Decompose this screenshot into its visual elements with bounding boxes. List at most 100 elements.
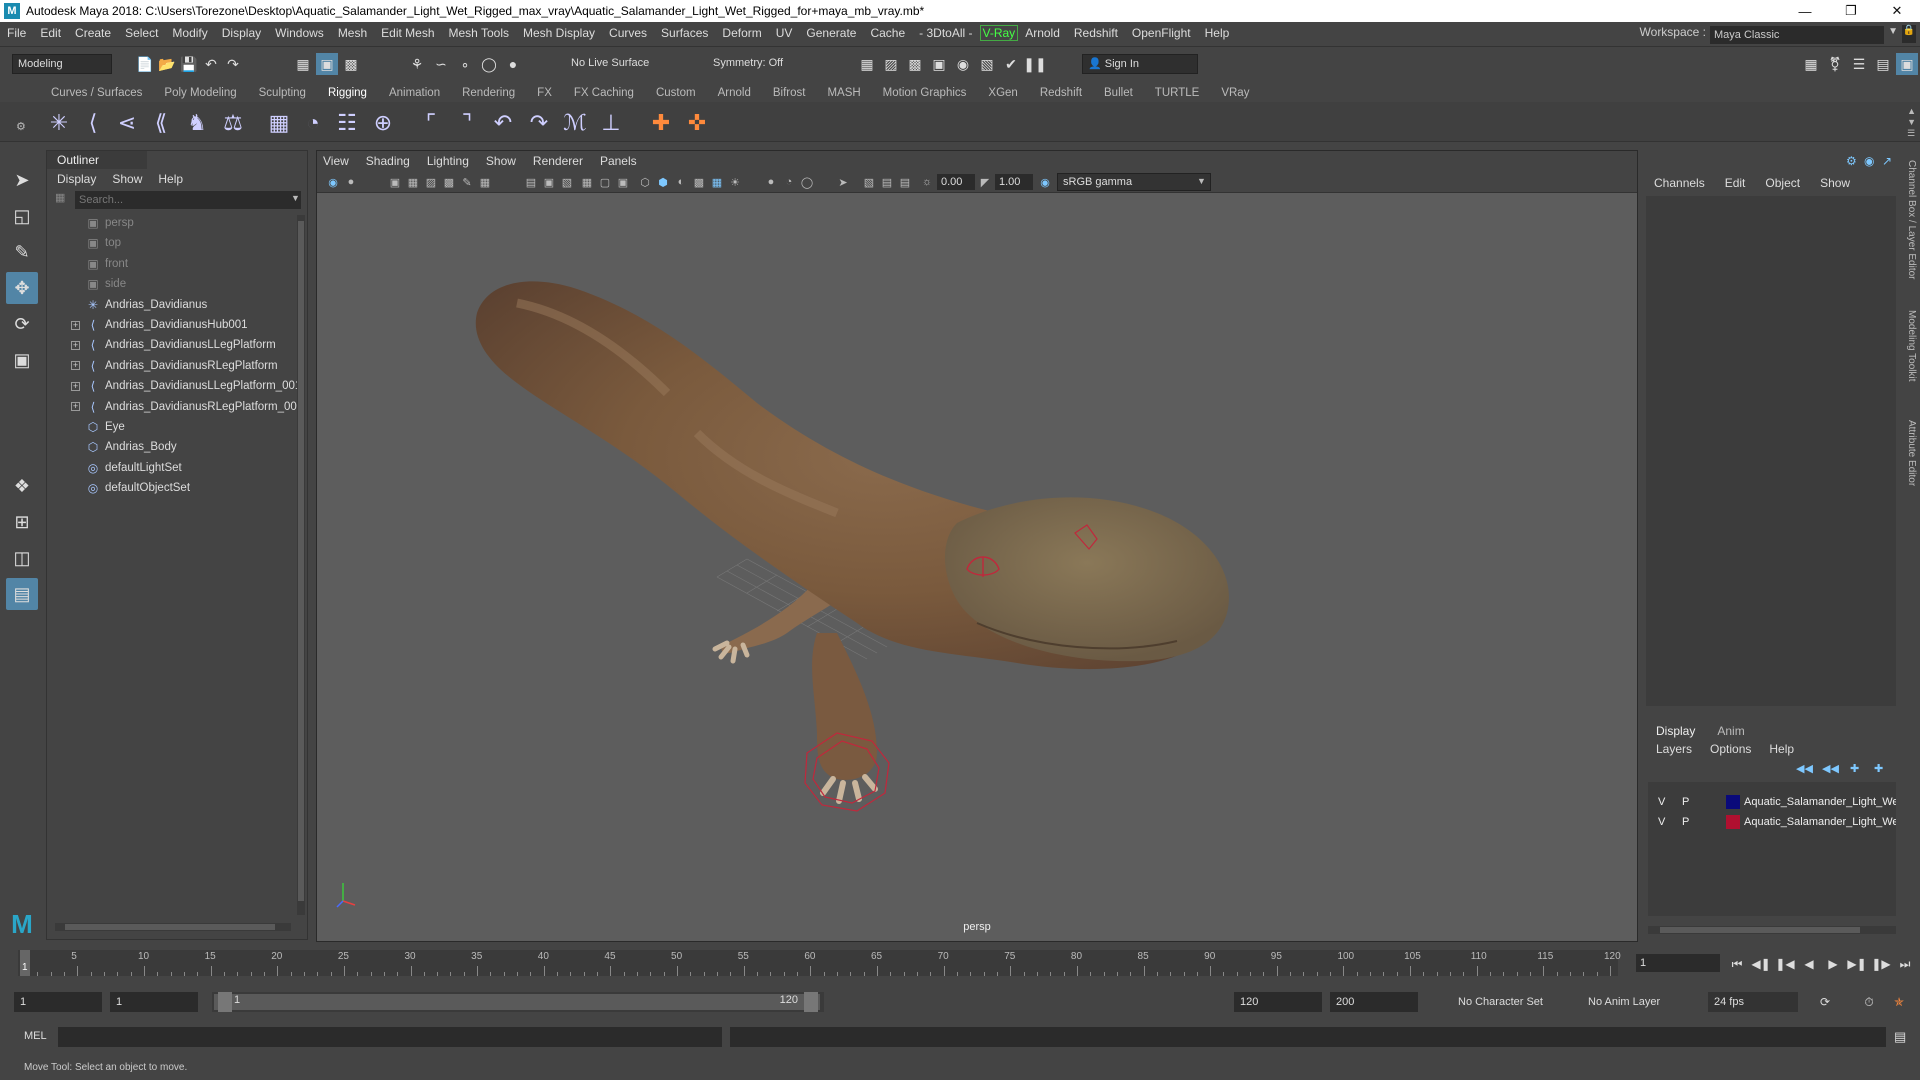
outliner-item[interactable]: ✳ Andrias_Davidianus bbox=[47, 295, 287, 315]
point-constraint-icon[interactable]: ✜ bbox=[682, 108, 712, 138]
layer-color-swatch[interactable] bbox=[1726, 815, 1740, 829]
outliner-search-input[interactable]: Search... bbox=[75, 191, 301, 209]
move-layer-up-icon[interactable]: ◀◀ bbox=[1796, 762, 1813, 775]
move-tool-icon[interactable]: ✥ bbox=[6, 272, 38, 304]
workspace-dropdown-arrow-icon[interactable]: ▼ bbox=[1888, 26, 1898, 37]
side-tab-channel-box-layer-editor[interactable]: Channel Box / Layer Editor bbox=[1906, 160, 1917, 280]
use-all-lights-icon[interactable]: ▦ bbox=[709, 174, 725, 190]
tool-settings-icon[interactable]: ▤ bbox=[1872, 53, 1894, 75]
isolate-select-icon[interactable]: ➤ bbox=[835, 174, 851, 190]
safe-title-icon[interactable]: ▣ bbox=[615, 174, 631, 190]
outliner-item[interactable]: ⬡ Eye bbox=[47, 417, 287, 437]
menu-file[interactable]: File bbox=[0, 26, 33, 40]
outliner-filter-icon[interactable]: ▦ bbox=[55, 191, 65, 204]
menu-windows[interactable]: Windows bbox=[268, 26, 331, 40]
menu-display[interactable]: Display bbox=[215, 26, 268, 40]
shelf-tab-vray[interactable]: VRay bbox=[1210, 87, 1260, 99]
range-slider-track[interactable]: 1 120 bbox=[212, 992, 824, 1012]
wireframe-on-shaded-icon[interactable]: ◐ bbox=[673, 174, 689, 190]
channel-box-toggle-icon[interactable]: ▣ bbox=[1896, 53, 1918, 75]
menu-mesh-tools[interactable]: Mesh Tools bbox=[442, 26, 516, 40]
shelf-tab-rigging[interactable]: Rigging bbox=[317, 87, 378, 99]
side-tab-modeling-toolkit[interactable]: Modeling Toolkit bbox=[1906, 310, 1917, 382]
outliner-item[interactable]: ⬡ Andrias_Body bbox=[47, 437, 287, 457]
xray-components-icon[interactable]: ▤ bbox=[897, 174, 913, 190]
step-back-key-icon[interactable]: ❚◀ bbox=[1775, 954, 1794, 974]
select-camera-icon[interactable]: ◉ bbox=[325, 174, 341, 190]
hypershade-icon[interactable]: ◉ bbox=[952, 53, 974, 75]
open-scene-icon[interactable]: 📂 bbox=[156, 53, 178, 75]
lattice-icon[interactable]: ☷ bbox=[332, 108, 362, 138]
rotate-tool-icon[interactable]: ⟳ bbox=[6, 308, 38, 340]
view-transform-dropdown[interactable]: sRGB gamma bbox=[1057, 173, 1211, 191]
step-back-frame-icon[interactable]: ◀❚ bbox=[1751, 954, 1770, 974]
layer-visibility-toggle[interactable]: V bbox=[1658, 796, 1665, 808]
shelf-scroll-icon[interactable]: ▲ ▼ ☰ bbox=[1907, 106, 1916, 139]
snap-to-grid-icon[interactable]: ⚘ bbox=[406, 53, 428, 75]
render-view-icon[interactable]: ▦ bbox=[856, 53, 878, 75]
lock-camera-icon[interactable]: ● bbox=[343, 174, 359, 190]
xray-joints-icon[interactable]: ▤ bbox=[879, 174, 895, 190]
step-forward-frame-icon[interactable]: ❚▶ bbox=[1871, 954, 1890, 974]
outliner-item[interactable]: ◎ defaultObjectSet bbox=[47, 478, 287, 498]
menu-deform[interactable]: Deform bbox=[715, 26, 768, 40]
exposure-field[interactable]: 0.00 bbox=[937, 174, 975, 190]
undo-icon[interactable]: ↶ bbox=[200, 53, 222, 75]
shelf-tab-poly-modeling[interactable]: Poly Modeling bbox=[153, 87, 247, 99]
channel-box-float-icon[interactable]: ↗ bbox=[1882, 154, 1892, 168]
menu-help[interactable]: Help bbox=[1198, 26, 1237, 40]
select-by-component-icon[interactable]: ▩ bbox=[340, 53, 362, 75]
layer-menu-options[interactable]: Options bbox=[1710, 742, 1751, 756]
anti-aliasing-icon[interactable]: ◯ bbox=[799, 174, 815, 190]
field-chart-icon[interactable]: ▦ bbox=[579, 174, 595, 190]
outliner-vscroll-thumb[interactable] bbox=[298, 221, 304, 901]
time-slider-track[interactable]: 5 10 15 20 25 30 35 40 45 50 55 60 65 70 75 80 85 90 95 100… bbox=[18, 950, 1621, 976]
live-surface-field[interactable]: No Live Surface bbox=[566, 54, 666, 74]
wireframe-icon[interactable]: ⬡ bbox=[637, 174, 653, 190]
lasso-tool-icon[interactable]: ◱ bbox=[6, 200, 38, 232]
mel-label[interactable]: MEL bbox=[24, 1030, 47, 1042]
paint-select-tool-icon[interactable]: ✎ bbox=[6, 236, 38, 268]
outliner-layout-icon[interactable]: ▤ bbox=[6, 578, 38, 610]
minimize-icon[interactable]: — bbox=[1782, 0, 1828, 22]
shelf-tab-mash[interactable]: MASH bbox=[816, 87, 871, 99]
shelf-tab-redshift[interactable]: Redshift bbox=[1029, 87, 1093, 99]
film-gate-icon[interactable]: ▤ bbox=[523, 174, 539, 190]
symmetry-dropdown[interactable]: Symmetry: Off bbox=[708, 54, 804, 74]
expand-icon[interactable]: + bbox=[71, 361, 80, 371]
redo-icon[interactable]: ↷ bbox=[222, 53, 244, 75]
snap-to-point-icon[interactable]: ∘ bbox=[454, 53, 476, 75]
orient-joint-icon[interactable]: ⟪ bbox=[146, 108, 176, 138]
play-backwards-icon[interactable]: ◀ bbox=[1800, 954, 1818, 974]
ambient-occlusion-icon[interactable]: ● bbox=[763, 174, 779, 190]
save-scene-icon[interactable]: 💾 bbox=[178, 53, 200, 75]
menu-generate[interactable]: Generate bbox=[799, 26, 863, 40]
step-forward-key-icon[interactable]: ▶❚ bbox=[1847, 954, 1866, 974]
snap-to-curve-icon[interactable]: ∽ bbox=[430, 53, 452, 75]
go-to-end-icon[interactable]: ⏭ bbox=[1896, 954, 1914, 974]
exposure-icon[interactable]: ☼ bbox=[919, 174, 935, 190]
cluster-icon[interactable]: ℳ bbox=[560, 108, 590, 138]
shelf-tab-curves-surfaces[interactable]: Curves / Surfaces bbox=[40, 87, 153, 99]
viewport-menu-view[interactable]: View bbox=[323, 154, 349, 168]
layer-row[interactable]: V P Aquatic_Salamander_Light_Wet bbox=[1648, 812, 1896, 832]
sign-in-dropdown[interactable]: 👤 Sign In bbox=[1082, 54, 1198, 74]
layer-color-swatch[interactable] bbox=[1726, 795, 1740, 809]
menu-surfaces[interactable]: Surfaces bbox=[654, 26, 715, 40]
snap-to-surface-icon[interactable]: ● bbox=[502, 53, 524, 75]
shelf-tab-sculpting[interactable]: Sculpting bbox=[248, 87, 317, 99]
shelf-tab-fx[interactable]: FX bbox=[526, 87, 563, 99]
insert-joint-icon[interactable]: ⟨ bbox=[78, 108, 108, 138]
layer-tab-display[interactable]: Display bbox=[1656, 724, 1695, 738]
layer-tab-anim[interactable]: Anim bbox=[1717, 724, 1744, 738]
render-settings-icon[interactable]: ▣ bbox=[928, 53, 950, 75]
menu-select[interactable]: Select bbox=[118, 26, 165, 40]
quick-rig-icon[interactable]: ♞ bbox=[182, 108, 212, 138]
four-view-layout-icon[interactable]: ⊞ bbox=[6, 506, 38, 538]
outliner-item[interactable]: + ⟨ Andrias_DavidianusLLegPlatform bbox=[47, 335, 287, 355]
human-ik-icon[interactable]: ⚧ bbox=[1824, 53, 1846, 75]
menu-uv[interactable]: UV bbox=[769, 26, 800, 40]
character-set-label[interactable]: No Character Set bbox=[1458, 996, 1543, 1008]
menu-openflight[interactable]: OpenFlight bbox=[1125, 26, 1198, 40]
channel-box-menu-channels[interactable]: Channels bbox=[1654, 176, 1705, 190]
